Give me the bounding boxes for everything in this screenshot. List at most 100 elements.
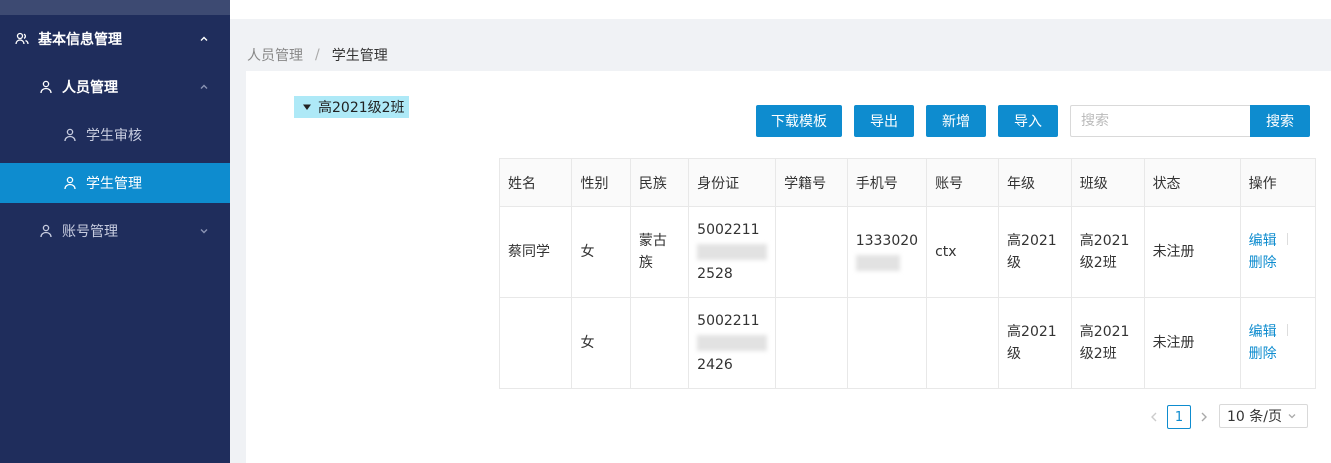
cell-status: 未注册 [1143, 297, 1241, 389]
chevron-up-icon[interactable] [196, 31, 212, 47]
cell-phone [846, 297, 928, 389]
delete-link[interactable]: 删除 [1249, 343, 1307, 365]
table-row: 蔡同学 女 蒙古族 5002211 2528 1333020 ctx 高2021… [498, 206, 1317, 298]
page-number-button[interactable]: 1 [1167, 405, 1191, 429]
sidebar: 基本信息管理 人员管理 学生审核 学生管理 账号管理 [0, 0, 230, 463]
sidebar-item-label: 学生管理 [86, 176, 142, 192]
sidebar-item-basic-info[interactable]: 基本信息管理 [0, 19, 230, 59]
sidebar-item-label: 学生审核 [86, 128, 142, 144]
export-button[interactable]: 导出 [854, 105, 914, 137]
breadcrumb: 人员管理 / 学生管理 [247, 45, 388, 65]
class-line: 级2班 [1079, 255, 1117, 271]
column-header: 班级 [1070, 158, 1145, 207]
grade-line: 级 [1007, 346, 1022, 362]
sidebar-item-account[interactable]: 账号管理 [0, 211, 230, 251]
caret-down-icon[interactable] [302, 102, 312, 112]
sidebar-item-personnel[interactable]: 人员管理 [0, 67, 230, 107]
column-header: 账号 [926, 158, 1000, 207]
phone-prefix: 1333020 [855, 233, 919, 249]
column-header: 学籍号 [775, 158, 848, 207]
cell-student-no [775, 206, 848, 298]
table-row: 女 5002211 2426 高2021 级 高2021 级2班 未注册 编辑 [498, 297, 1317, 389]
search-input[interactable] [1070, 105, 1251, 137]
grade-line: 级 [1007, 255, 1022, 271]
cell-ethnicity: 蒙古族 [629, 206, 690, 298]
cell-grade: 高2021 级 [998, 206, 1072, 298]
sidebar-item-label: 人员管理 [62, 80, 118, 96]
cell-id-card: 5002211 2426 [688, 297, 777, 389]
redacted-block [697, 244, 768, 260]
column-header: 身份证 [688, 158, 777, 207]
chevron-left-icon [1150, 407, 1158, 426]
column-header: 操作 [1239, 158, 1317, 207]
cell-id-card: 5002211 2528 [688, 206, 777, 298]
import-button[interactable]: 导入 [998, 105, 1058, 137]
sidebar-item-label: 基本信息管理 [38, 32, 122, 48]
cell-student-no [775, 297, 848, 389]
student-table: 姓名 性别 民族 身份证 学籍号 手机号 账号 年级 班级 状态 操作 蔡同学 … [498, 158, 1317, 389]
cell-gender: 女 [571, 206, 631, 298]
redacted-block [855, 255, 900, 271]
next-page-button[interactable] [1196, 406, 1212, 426]
class-line: 高2021 [1079, 324, 1130, 340]
column-header: 年级 [998, 158, 1072, 207]
cell-status: 未注册 [1143, 206, 1241, 298]
edit-link[interactable]: 编辑 [1249, 321, 1307, 343]
cell-account [926, 297, 1000, 389]
class-line: 高2021 [1079, 233, 1130, 249]
cell-account: ctx [926, 206, 1000, 298]
column-header: 状态 [1143, 158, 1241, 207]
chevron-down-icon [1285, 409, 1299, 423]
edit-link[interactable]: 编辑 [1249, 230, 1307, 252]
add-button[interactable]: 新增 [926, 105, 986, 137]
redacted-block [697, 335, 768, 351]
search-button[interactable]: 搜索 [1250, 105, 1310, 137]
id-prefix: 5002211 [697, 222, 760, 238]
download-template-button[interactable]: 下载模板 [756, 105, 842, 137]
cell-ethnicity [629, 297, 690, 389]
column-header: 民族 [629, 158, 690, 207]
user-icon [62, 127, 78, 143]
id-prefix: 5002211 [697, 313, 760, 329]
breadcrumb-separator: / [315, 47, 320, 63]
column-header: 手机号 [846, 158, 928, 207]
sidebar-item-label: 账号管理 [62, 224, 118, 240]
cell-gender: 女 [571, 297, 631, 389]
action-divider [1286, 233, 1288, 245]
cell-class: 高2021 级2班 [1070, 297, 1145, 389]
chevron-down-icon[interactable] [196, 223, 212, 239]
column-header: 姓名 [498, 158, 573, 207]
cell-name: 蔡同学 [498, 206, 573, 298]
users-icon [14, 31, 30, 47]
breadcrumb-item-personnel[interactable]: 人员管理 [247, 45, 303, 65]
cell-actions: 编辑 删除 [1239, 297, 1317, 389]
page-size-value: 10 条/页 [1227, 409, 1282, 425]
cell-name [498, 297, 573, 389]
user-icon [38, 223, 54, 239]
chevron-up-icon[interactable] [196, 79, 212, 95]
delete-link[interactable]: 删除 [1249, 252, 1307, 274]
column-header: 性别 [571, 158, 631, 207]
sidebar-item-student-audit[interactable]: 学生审核 [0, 115, 230, 155]
breadcrumb-item-student-manage: 学生管理 [331, 48, 388, 64]
cell-phone: 1333020 [846, 206, 928, 298]
class-tree-label: 高2021级2班 [318, 100, 405, 116]
sidebar-topbar [0, 0, 230, 15]
page-size-select[interactable]: 10 条/页 [1219, 404, 1308, 428]
header-bar [230, 0, 1331, 19]
user-icon [38, 79, 54, 95]
class-tree-node[interactable]: 高2021级2班 [294, 96, 409, 118]
user-icon [62, 175, 78, 191]
cell-actions: 编辑 删除 [1239, 206, 1317, 298]
cell-grade: 高2021 级 [998, 297, 1072, 389]
grade-line: 高2021 [1007, 233, 1057, 249]
sidebar-item-student-manage[interactable]: 学生管理 [0, 163, 230, 203]
table-header-row: 姓名 性别 民族 身份证 学籍号 手机号 账号 年级 班级 状态 操作 [498, 158, 1317, 207]
id-suffix: 2426 [697, 357, 733, 373]
grade-line: 高2021 [1007, 324, 1057, 340]
class-line: 级2班 [1079, 346, 1117, 362]
action-divider [1286, 324, 1288, 336]
cell-class: 高2021 级2班 [1070, 206, 1145, 298]
id-suffix: 2528 [697, 266, 733, 282]
prev-page-button[interactable] [1146, 406, 1162, 426]
